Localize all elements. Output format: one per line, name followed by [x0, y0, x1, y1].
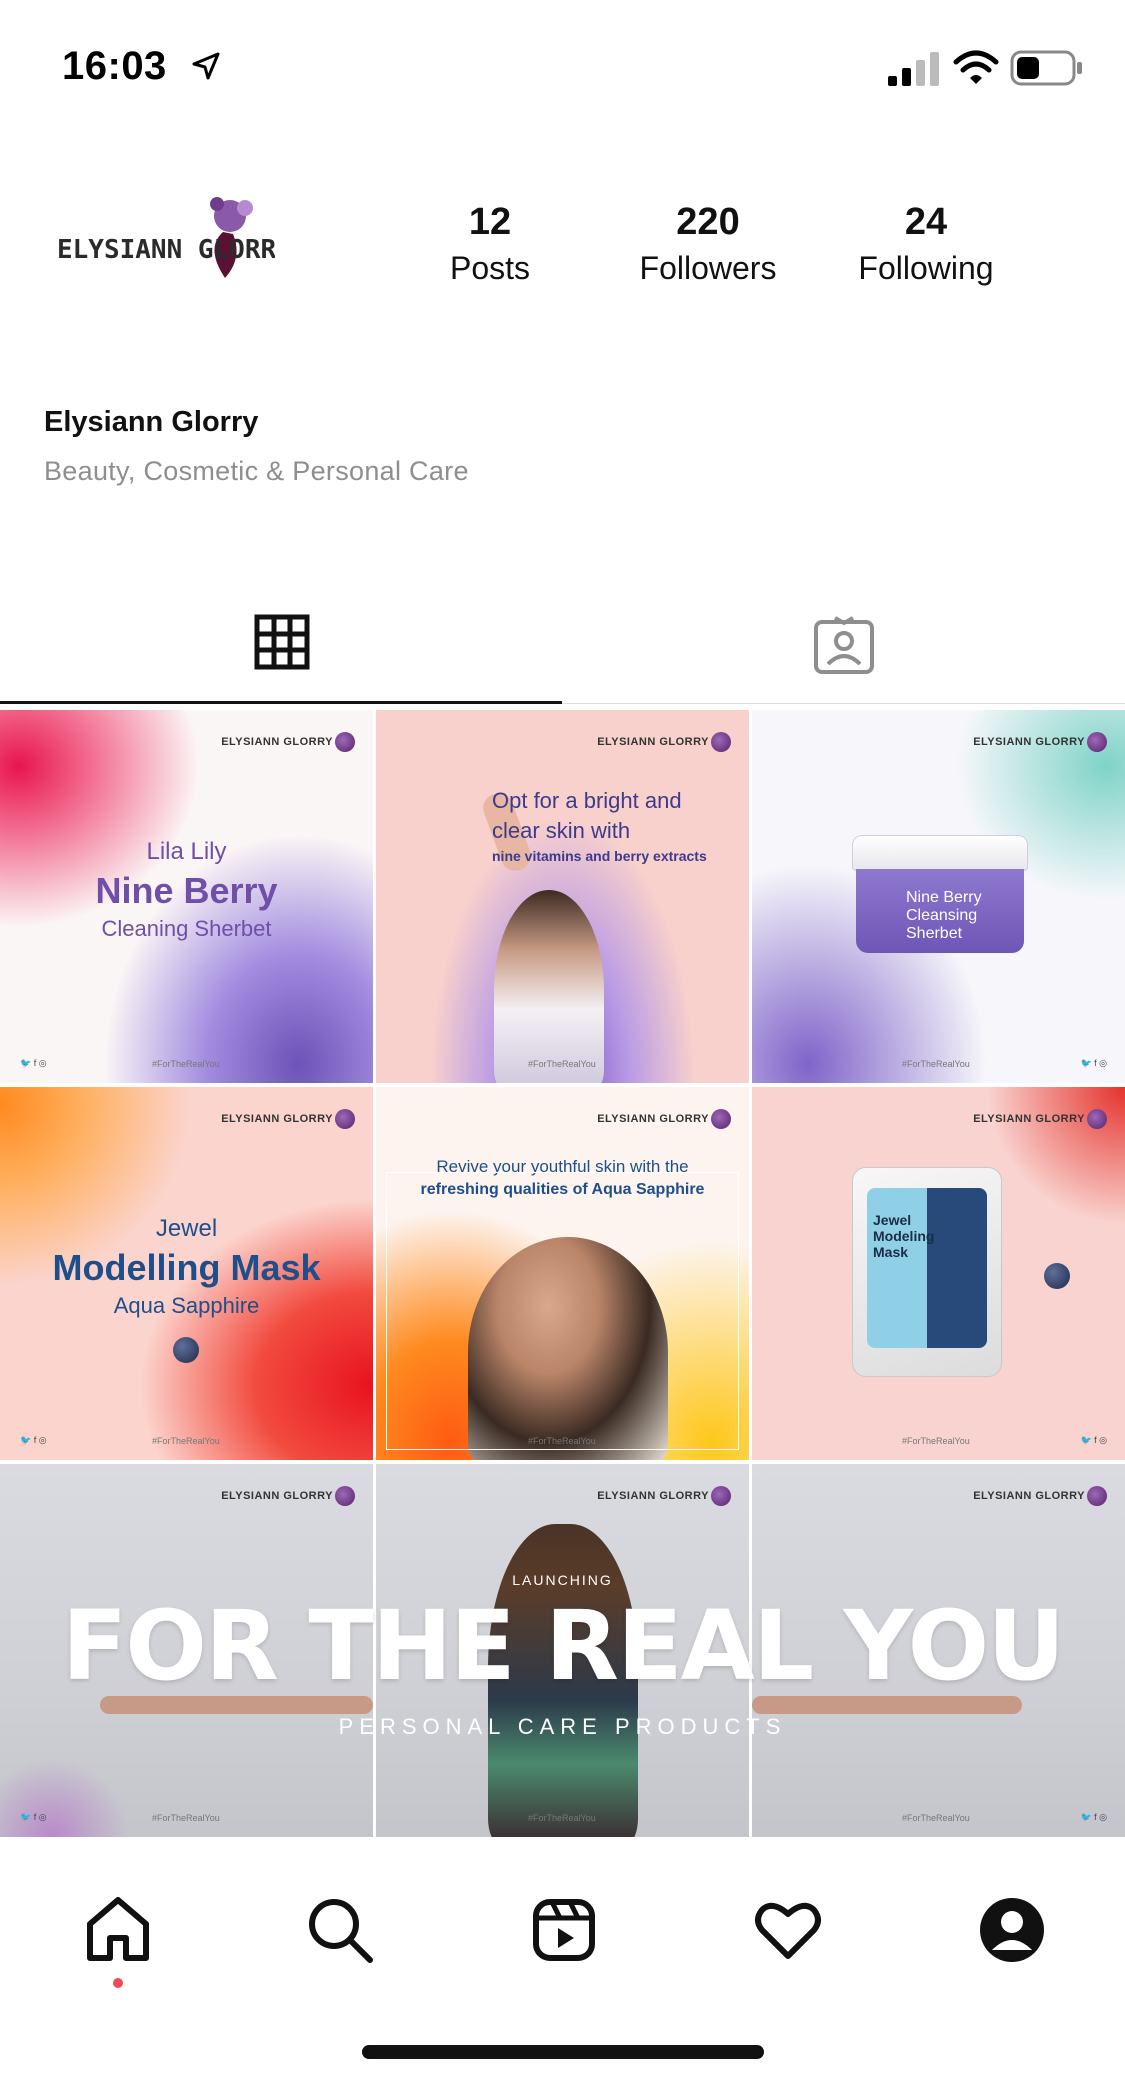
post-tile[interactable]: ELYSIANN GLORRY Jewel Modelling Mask Aqu…: [0, 1087, 373, 1460]
brand-blossom-icon: [711, 732, 731, 752]
post-brand: ELYSIANN GLORRY: [221, 1486, 355, 1506]
sapphire-gem-icon: [1044, 1263, 1070, 1289]
brand-blossom-icon: [335, 732, 355, 752]
post-brand: ELYSIANN GLORRY: [221, 732, 355, 752]
post-brand: ELYSIANN GLORRY: [221, 1109, 355, 1129]
post-hashtag: #ForTheRealYou: [528, 1059, 596, 1069]
post-tile[interactable]: ELYSIANN GLORRY Lila Lily Nine Berry Cle…: [0, 710, 373, 1083]
following-count[interactable]: 24 Following: [836, 200, 1016, 290]
following-value: 24: [904, 201, 948, 243]
heart-icon: [755, 1902, 821, 1959]
reels-icon: [533, 1899, 595, 1961]
post-tile[interactable]: ELYSIANN GLORRY Jewel Modeling Mask #For…: [752, 1087, 1125, 1460]
post-tile[interactable]: ELYSIANN GLORRY Opt for a bright and cle…: [376, 710, 749, 1083]
brand-blossom-icon: [711, 1486, 731, 1506]
sapphire-gem-icon: [173, 1337, 199, 1363]
post-hashtag: #ForTheRealYou: [528, 1813, 596, 1823]
brand-blossom-icon: [1087, 1486, 1107, 1506]
grid-icon: [254, 614, 310, 670]
brand-blossom-icon: [1087, 732, 1107, 752]
battery-icon: [1010, 50, 1082, 86]
nav-activity[interactable]: [752, 1894, 824, 1966]
social-icons: 🐦 f ◎: [1080, 1812, 1107, 1822]
post-tile[interactable]: ELYSIANN GLORRY Nine Berry Cleansing She…: [752, 710, 1125, 1083]
following-label: Following: [858, 250, 994, 286]
tab-tagged[interactable]: [563, 600, 1125, 704]
post-brand: ELYSIANN GLORRY: [973, 1486, 1107, 1506]
cellular-signal-icon: [888, 52, 939, 86]
social-icons: 🐦 f ◎: [20, 1435, 47, 1445]
post-hashtag: #ForTheRealYou: [902, 1436, 970, 1446]
tagged-person-icon: [814, 616, 874, 674]
profile-tabs: [0, 600, 1125, 704]
social-icons: 🐦 f ◎: [20, 1058, 47, 1068]
profile-category: Beauty, Cosmetic & Personal Care: [44, 456, 469, 486]
social-icons: 🐦 f ◎: [1080, 1435, 1107, 1445]
status-bar: 16:03: [0, 0, 1125, 130]
social-icons: 🐦 f ◎: [20, 1812, 47, 1822]
banner-launching: LAUNCHING: [512, 1572, 613, 1588]
posts-label: Posts: [449, 250, 531, 286]
post-hashtag: #ForTheRealYou: [152, 1436, 220, 1446]
home-notification-dot: [113, 1978, 123, 1988]
posts-value: 12: [468, 201, 512, 243]
post-brand: ELYSIANN GLORRY: [597, 1109, 731, 1129]
post-brand: ELYSIANN GLORRY: [973, 732, 1107, 752]
post-hashtag: #ForTheRealYou: [152, 1813, 220, 1823]
profile-stats: 12 Posts 220 Followers 24 Following: [0, 200, 1125, 300]
post-caption: Opt for a bright and clear skin with nin…: [492, 788, 707, 864]
post-hashtag: #ForTheRealYou: [152, 1059, 220, 1069]
post-caption: Lila Lily Nine Berry Cleaning Sherbet: [95, 838, 278, 941]
search-icon: [309, 1899, 373, 1963]
woman-photo: [494, 890, 604, 1083]
post-brand: ELYSIANN GLORRY: [597, 1486, 731, 1506]
brand-blossom-icon: [711, 1109, 731, 1129]
nav-home[interactable]: [82, 1894, 154, 1966]
mask-package: Jewel Modeling Mask: [852, 1167, 1002, 1377]
brand-blossom-icon: [1087, 1109, 1107, 1129]
post-tile[interactable]: ELYSIANN GLORRY Revive your youthful ski…: [376, 1087, 749, 1460]
photo-frame: [386, 1172, 739, 1450]
lavender-flowers: [0, 1757, 130, 1837]
home-icon: [87, 1897, 149, 1961]
banner-title: FOR THE REAL YOU: [61, 1590, 1065, 1702]
post-brand: ELYSIANN GLORRY: [597, 732, 731, 752]
post-caption: Jewel Modelling Mask Aqua Sapphire: [52, 1215, 321, 1318]
profile-icon: [980, 1898, 1044, 1962]
brand-blossom-icon: [335, 1109, 355, 1129]
banner-subtitle: PERSONAL CARE PRODUCTS: [338, 1714, 787, 1739]
followers-count[interactable]: 220 Followers: [618, 200, 798, 290]
wifi-icon: [953, 50, 999, 84]
tab-grid[interactable]: [0, 600, 562, 704]
nav-reels[interactable]: [528, 1894, 600, 1966]
brand-blossom-icon: [335, 1486, 355, 1506]
post-hashtag: #ForTheRealYou: [528, 1436, 596, 1446]
jar-label: Nine Berry Cleansing Sherbet: [906, 889, 982, 942]
followers-value: 220: [676, 201, 740, 243]
location-arrow-icon: [192, 52, 220, 80]
post-brand: ELYSIANN GLORRY: [973, 1109, 1107, 1129]
home-indicator[interactable]: [362, 2045, 764, 2059]
mask-label: Jewel Modeling Mask: [873, 1212, 935, 1260]
post-hashtag: #ForTheRealYou: [902, 1059, 970, 1069]
profile-name: Elysiann Glorry: [44, 406, 259, 438]
nav-profile[interactable]: [976, 1894, 1048, 1966]
nav-search[interactable]: [304, 1894, 376, 1966]
sherbet-jar: Nine Berry Cleansing Sherbet: [852, 835, 1028, 953]
posts-count[interactable]: 12 Posts: [400, 200, 580, 290]
post-hashtag: #ForTheRealYou: [902, 1813, 970, 1823]
status-time: 16:03: [62, 44, 167, 88]
social-icons: 🐦 f ◎: [1080, 1058, 1107, 1068]
followers-label: Followers: [639, 250, 777, 286]
